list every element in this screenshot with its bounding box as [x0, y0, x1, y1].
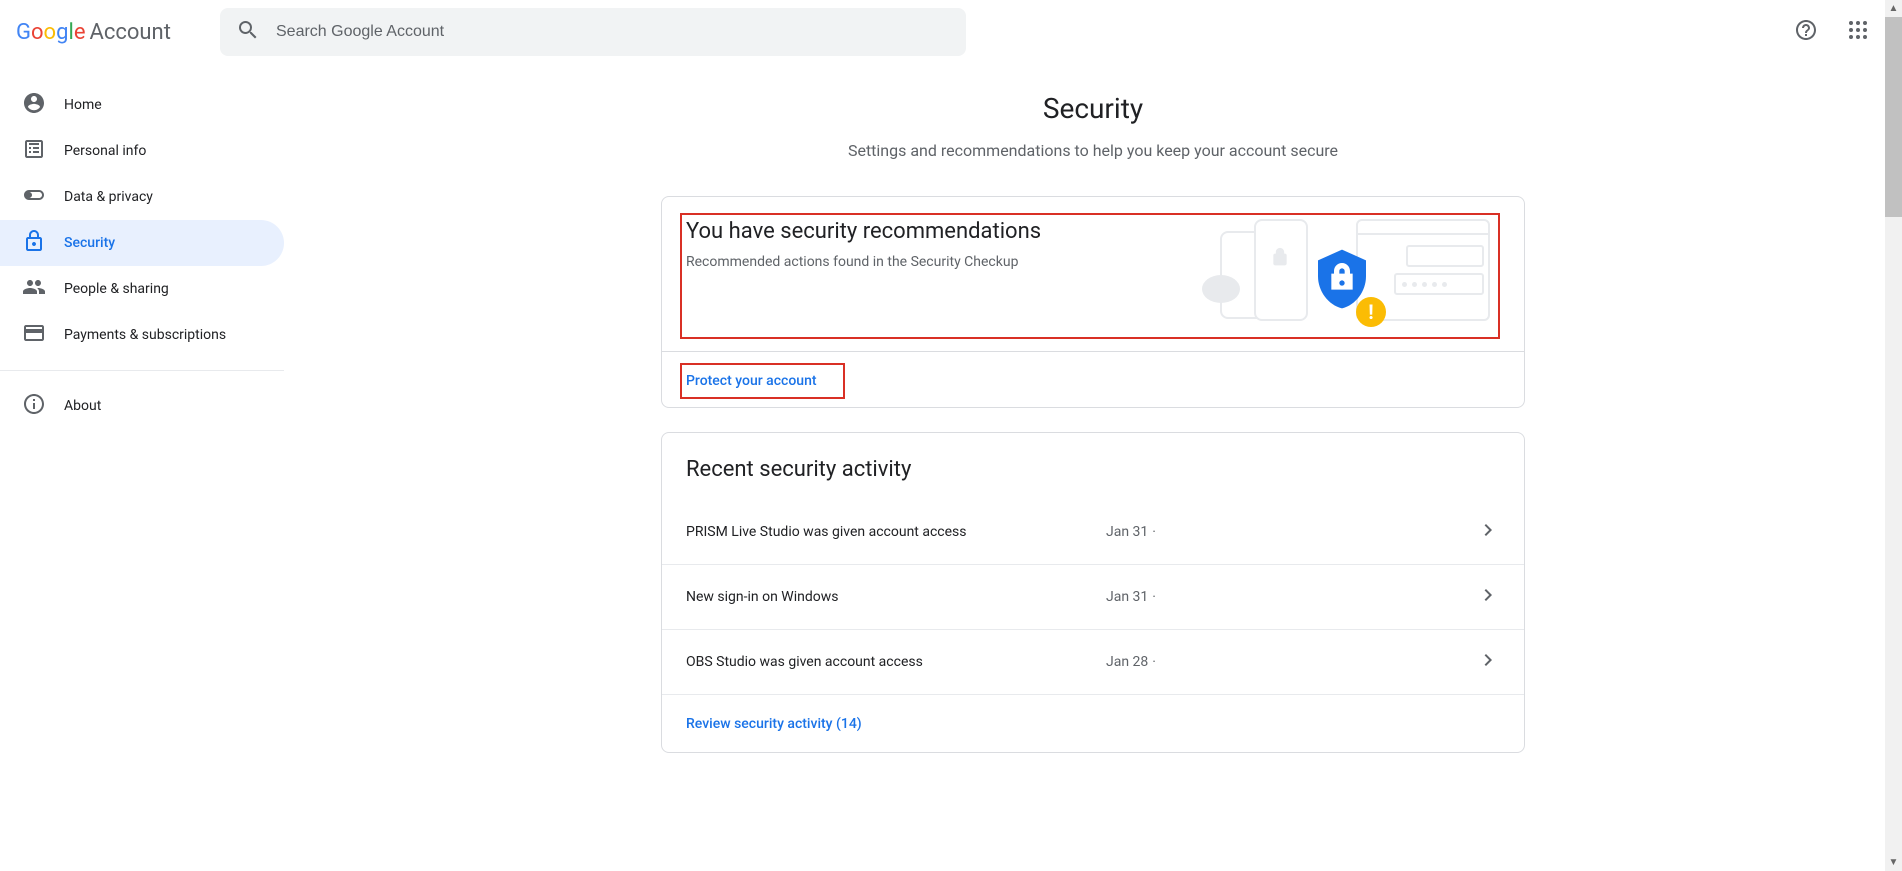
google-logo-text: Google: [16, 20, 85, 45]
sidebar-item-label: About: [64, 398, 101, 414]
help-button[interactable]: [1786, 12, 1826, 52]
activity-date: Jan 31: [1106, 589, 1148, 605]
warning-badge-icon: !: [1356, 297, 1386, 327]
sidebar-item-label: Payments & subscriptions: [64, 327, 226, 343]
sidebar-item-label: People & sharing: [64, 281, 169, 297]
scroll-down-arrow-icon[interactable]: ▼: [1885, 854, 1902, 871]
security-recommendation-card: You have security recommendations Recomm…: [661, 196, 1525, 408]
sidebar-item-security[interactable]: Security: [0, 220, 284, 266]
scrollbar-thumb[interactable]: [1885, 17, 1902, 217]
activity-description: PRISM Live Studio was given account acce…: [686, 524, 1106, 540]
search-bar[interactable]: [220, 8, 966, 56]
sidebar-item-data-privacy[interactable]: Data & privacy: [0, 174, 284, 220]
apps-button[interactable]: [1838, 12, 1878, 52]
recent-activity-card: Recent security activity PRISM Live Stud…: [661, 432, 1525, 753]
chevron-right-icon: [1476, 648, 1500, 676]
activity-date: Jan 28: [1106, 654, 1148, 670]
chevron-right-icon: [1476, 518, 1500, 546]
info-icon: [22, 392, 46, 420]
lock-icon: [22, 229, 46, 257]
sidebar-item-label: Personal info: [64, 143, 146, 159]
people-icon: [22, 275, 46, 303]
page-title: Security: [1043, 92, 1143, 125]
review-activity-link[interactable]: Review security activity (14): [686, 716, 862, 732]
header-actions: [1786, 12, 1886, 52]
id-card-icon: [22, 137, 46, 165]
sidebar-item-personal-info[interactable]: Personal info: [0, 128, 284, 174]
chevron-right-icon: [1476, 583, 1500, 611]
highlight-box-cta: [680, 363, 845, 399]
activity-description: New sign-in on Windows: [686, 589, 1106, 605]
activity-row[interactable]: New sign-in on Windows Jan 31 ·: [662, 565, 1524, 630]
main-content: Security Settings and recommendations to…: [284, 64, 1902, 753]
logo[interactable]: Google Account: [16, 20, 220, 45]
help-icon: [1794, 18, 1818, 46]
security-illustration: !: [1200, 219, 1500, 331]
account-circle-icon: [22, 91, 46, 119]
sidebar-item-home[interactable]: Home: [0, 82, 284, 128]
search-icon: [236, 18, 260, 46]
sidebar-item-about[interactable]: About: [0, 383, 284, 429]
sidebar-item-payments[interactable]: Payments & subscriptions: [0, 312, 284, 358]
sidebar-item-label: Data & privacy: [64, 189, 153, 205]
apps-grid-icon: [1846, 18, 1870, 46]
credit-card-icon: [22, 321, 46, 349]
activity-row[interactable]: OBS Studio was given account access Jan …: [662, 630, 1524, 694]
activity-description: OBS Studio was given account access: [686, 654, 1106, 670]
account-word: Account: [89, 20, 170, 45]
page-subtitle: Settings and recommendations to help you…: [848, 141, 1338, 160]
header: Google Account: [0, 0, 1902, 64]
activity-date: Jan 31: [1106, 524, 1148, 540]
sidebar-item-label: Security: [64, 235, 115, 251]
toggle-icon: [22, 183, 46, 211]
sidebar-item-people-sharing[interactable]: People & sharing: [0, 266, 284, 312]
sidebar: Home Personal info Data & privacy Securi…: [0, 64, 284, 753]
search-input[interactable]: [276, 23, 950, 41]
activity-row[interactable]: PRISM Live Studio was given account acce…: [662, 500, 1524, 565]
activity-card-title: Recent security activity: [662, 433, 1524, 490]
sidebar-item-label: Home: [64, 97, 102, 113]
scroll-up-arrow-icon[interactable]: ▲: [1885, 0, 1902, 17]
scrollbar[interactable]: ▲ ▼: [1885, 0, 1902, 871]
